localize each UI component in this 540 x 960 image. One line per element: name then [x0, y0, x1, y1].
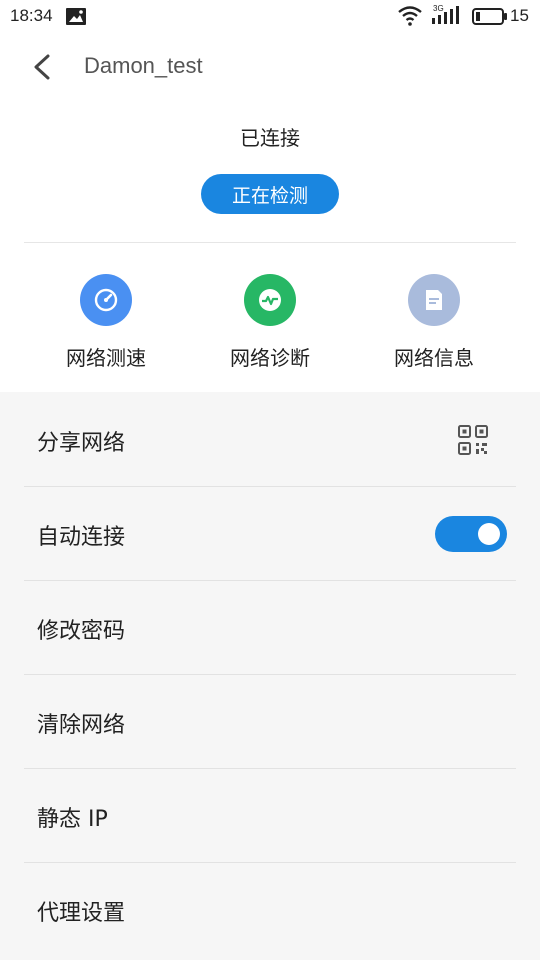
auto-connect-toggle[interactable] [435, 516, 507, 552]
static-ip-item[interactable]: 静态 IP [0, 769, 540, 863]
battery-icon [472, 8, 508, 29]
detect-button[interactable]: 正在检测 [201, 174, 339, 214]
settings-list: 分享网络 自动连接 修改密码 清除网络 静态 IP 代理设置 [0, 393, 540, 957]
toggle-knob [478, 523, 500, 545]
wifi-icon [398, 6, 422, 30]
settings-item-label: 静态 IP [37, 807, 108, 832]
network-info-button[interactable]: 网络信息 [364, 274, 504, 371]
page-title: Damon_test [84, 53, 203, 78]
tool-label: 网络诊断 [230, 346, 310, 370]
qr-code-icon[interactable] [458, 425, 488, 459]
cell-signal-icon [432, 6, 462, 30]
network-diagnosis-button[interactable]: 网络诊断 [200, 274, 340, 371]
header-panel: 18:34 3G 15 Damon_test 已连接 正在检测 网络测速 网络诊… [0, 0, 540, 392]
settings-item-label: 分享网络 [37, 431, 126, 456]
status-time: 18:34 [10, 6, 53, 25]
back-button[interactable] [24, 48, 64, 88]
tool-label: 网络测速 [66, 346, 146, 370]
forget-network-item[interactable]: 清除网络 [0, 675, 540, 769]
network-speed-test-button[interactable]: 网络测速 [36, 274, 176, 371]
settings-item-label: 自动连接 [37, 525, 126, 550]
settings-item-label: 修改密码 [37, 619, 126, 644]
divider [24, 242, 516, 243]
change-password-item[interactable]: 修改密码 [0, 581, 540, 675]
connection-status: 已连接 [240, 126, 300, 150]
chevron-left-icon [34, 54, 50, 80]
settings-item-label: 代理设置 [37, 901, 126, 926]
settings-item-label: 清除网络 [37, 713, 126, 738]
auto-connect-item: 自动连接 [0, 487, 540, 581]
tool-label: 网络信息 [394, 346, 474, 370]
battery-level: 15 [510, 6, 529, 25]
speedometer-icon [80, 274, 132, 326]
document-icon [408, 274, 460, 326]
pulse-icon [244, 274, 296, 326]
image-message-icon [66, 8, 86, 29]
share-network-item[interactable]: 分享网络 [0, 393, 540, 487]
proxy-settings-item[interactable]: 代理设置 [0, 863, 540, 957]
status-bar: 18:34 3G 15 [0, 0, 540, 34]
